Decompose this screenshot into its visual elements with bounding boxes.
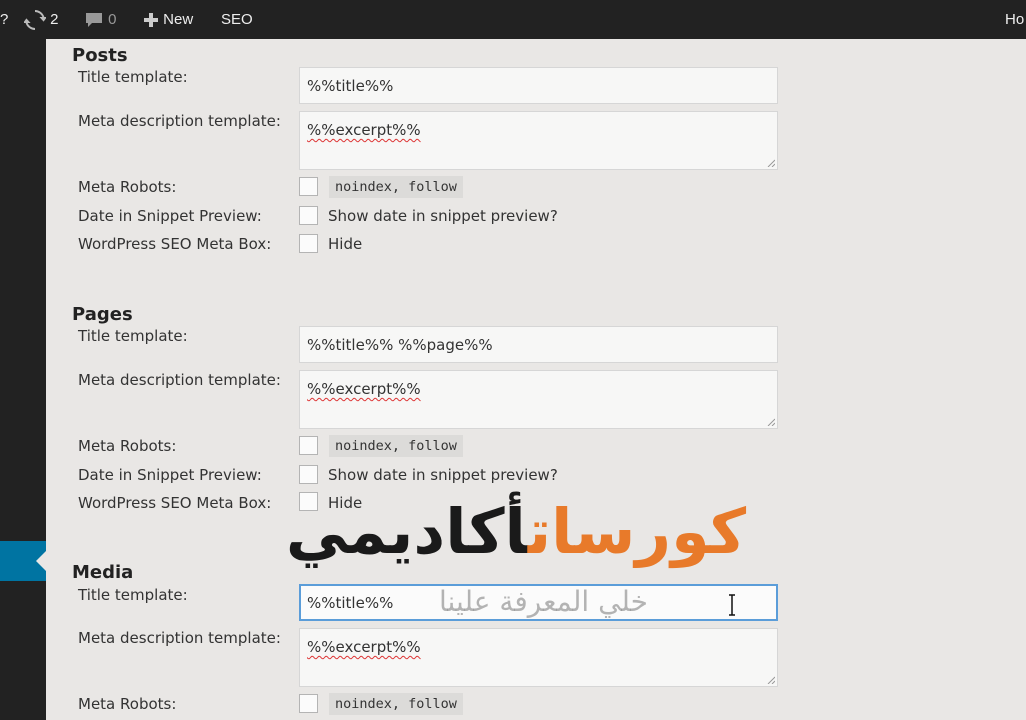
media-section-title: Media <box>72 562 134 583</box>
media-meta-description-textarea[interactable]: %%excerpt%% <box>299 628 778 687</box>
media-meta-description-value: %%excerpt%% <box>307 638 421 656</box>
account-menu-button[interactable]: Ho <box>1005 0 1024 39</box>
watermark-black-text: أكاديمي <box>285 495 528 568</box>
pages-date-label: Date in Snippet Preview: <box>78 466 262 484</box>
pages-meta-robots-option: noindex, follow <box>329 435 463 457</box>
pages-title-template-input[interactable]: %%title%% %%page%% <box>299 326 778 363</box>
posts-meta-robots-label: Meta Robots: <box>78 178 177 196</box>
help-button[interactable]: ? <box>0 0 8 39</box>
posts-title-template-input[interactable]: %%title%% <box>299 67 778 104</box>
new-label: New <box>163 11 194 28</box>
posts-metabox-checkbox[interactable] <box>299 234 318 253</box>
pages-section-title: Pages <box>72 304 133 325</box>
media-meta-robots-label: Meta Robots: <box>78 695 177 713</box>
watermark-logo: كورساتأكاديمي <box>286 492 746 572</box>
pages-date-checkbox[interactable] <box>299 465 318 484</box>
comments-count: 0 <box>108 11 117 28</box>
pages-meta-robots-checkbox[interactable] <box>299 436 318 455</box>
posts-metabox-option[interactable]: Hide <box>328 235 362 253</box>
comments-button[interactable]: 0 <box>84 0 117 39</box>
text-cursor-icon <box>729 594 735 616</box>
media-meta-robots-option: noindex, follow <box>329 693 463 715</box>
pages-title-template-label: Title template: <box>78 327 188 345</box>
admin-sidebar <box>0 39 46 720</box>
pages-meta-description-value: %%excerpt%% <box>307 380 421 398</box>
media-title-template-label: Title template: <box>78 586 188 604</box>
admin-bar: ? 2 0 New SEO Ho <box>0 0 1026 39</box>
updates-button[interactable]: 2 <box>23 0 59 39</box>
posts-meta-description-textarea[interactable]: %%excerpt%% <box>299 111 778 170</box>
resize-grip-icon[interactable] <box>767 159 775 167</box>
posts-metabox-label: WordPress SEO Meta Box: <box>78 235 272 253</box>
posts-meta-description-label: Meta description template: <box>78 112 281 130</box>
media-meta-robots-checkbox[interactable] <box>299 694 318 713</box>
posts-section-title: Posts <box>72 45 128 66</box>
seo-menu-button[interactable]: SEO <box>221 0 253 39</box>
watermark-tagline: خلي المعرفة علينا <box>439 585 648 618</box>
posts-date-option[interactable]: Show date in snippet preview? <box>328 207 558 225</box>
comment-icon <box>84 11 108 28</box>
posts-date-label: Date in Snippet Preview: <box>78 207 262 225</box>
current-item-arrow <box>36 551 46 571</box>
media-meta-description-label: Meta description template: <box>78 629 281 647</box>
updates-icon <box>23 10 50 31</box>
pages-meta-robots-label: Meta Robots: <box>78 437 177 455</box>
plus-icon <box>143 11 163 28</box>
posts-meta-description-value: %%excerpt%% <box>307 121 421 139</box>
pages-meta-description-textarea[interactable]: %%excerpt%% <box>299 370 778 429</box>
pages-date-option[interactable]: Show date in snippet preview? <box>328 466 558 484</box>
posts-meta-robots-checkbox[interactable] <box>299 177 318 196</box>
resize-grip-icon[interactable] <box>767 676 775 684</box>
updates-count: 2 <box>50 11 59 28</box>
new-content-button[interactable]: New <box>143 0 193 39</box>
pages-metabox-label: WordPress SEO Meta Box: <box>78 494 272 512</box>
posts-title-template-label: Title template: <box>78 68 188 86</box>
pages-meta-description-label: Meta description template: <box>78 371 281 389</box>
watermark-orange-text: كورسات <box>527 495 746 568</box>
posts-date-checkbox[interactable] <box>299 206 318 225</box>
posts-meta-robots-option: noindex, follow <box>329 176 463 198</box>
resize-grip-icon[interactable] <box>767 418 775 426</box>
